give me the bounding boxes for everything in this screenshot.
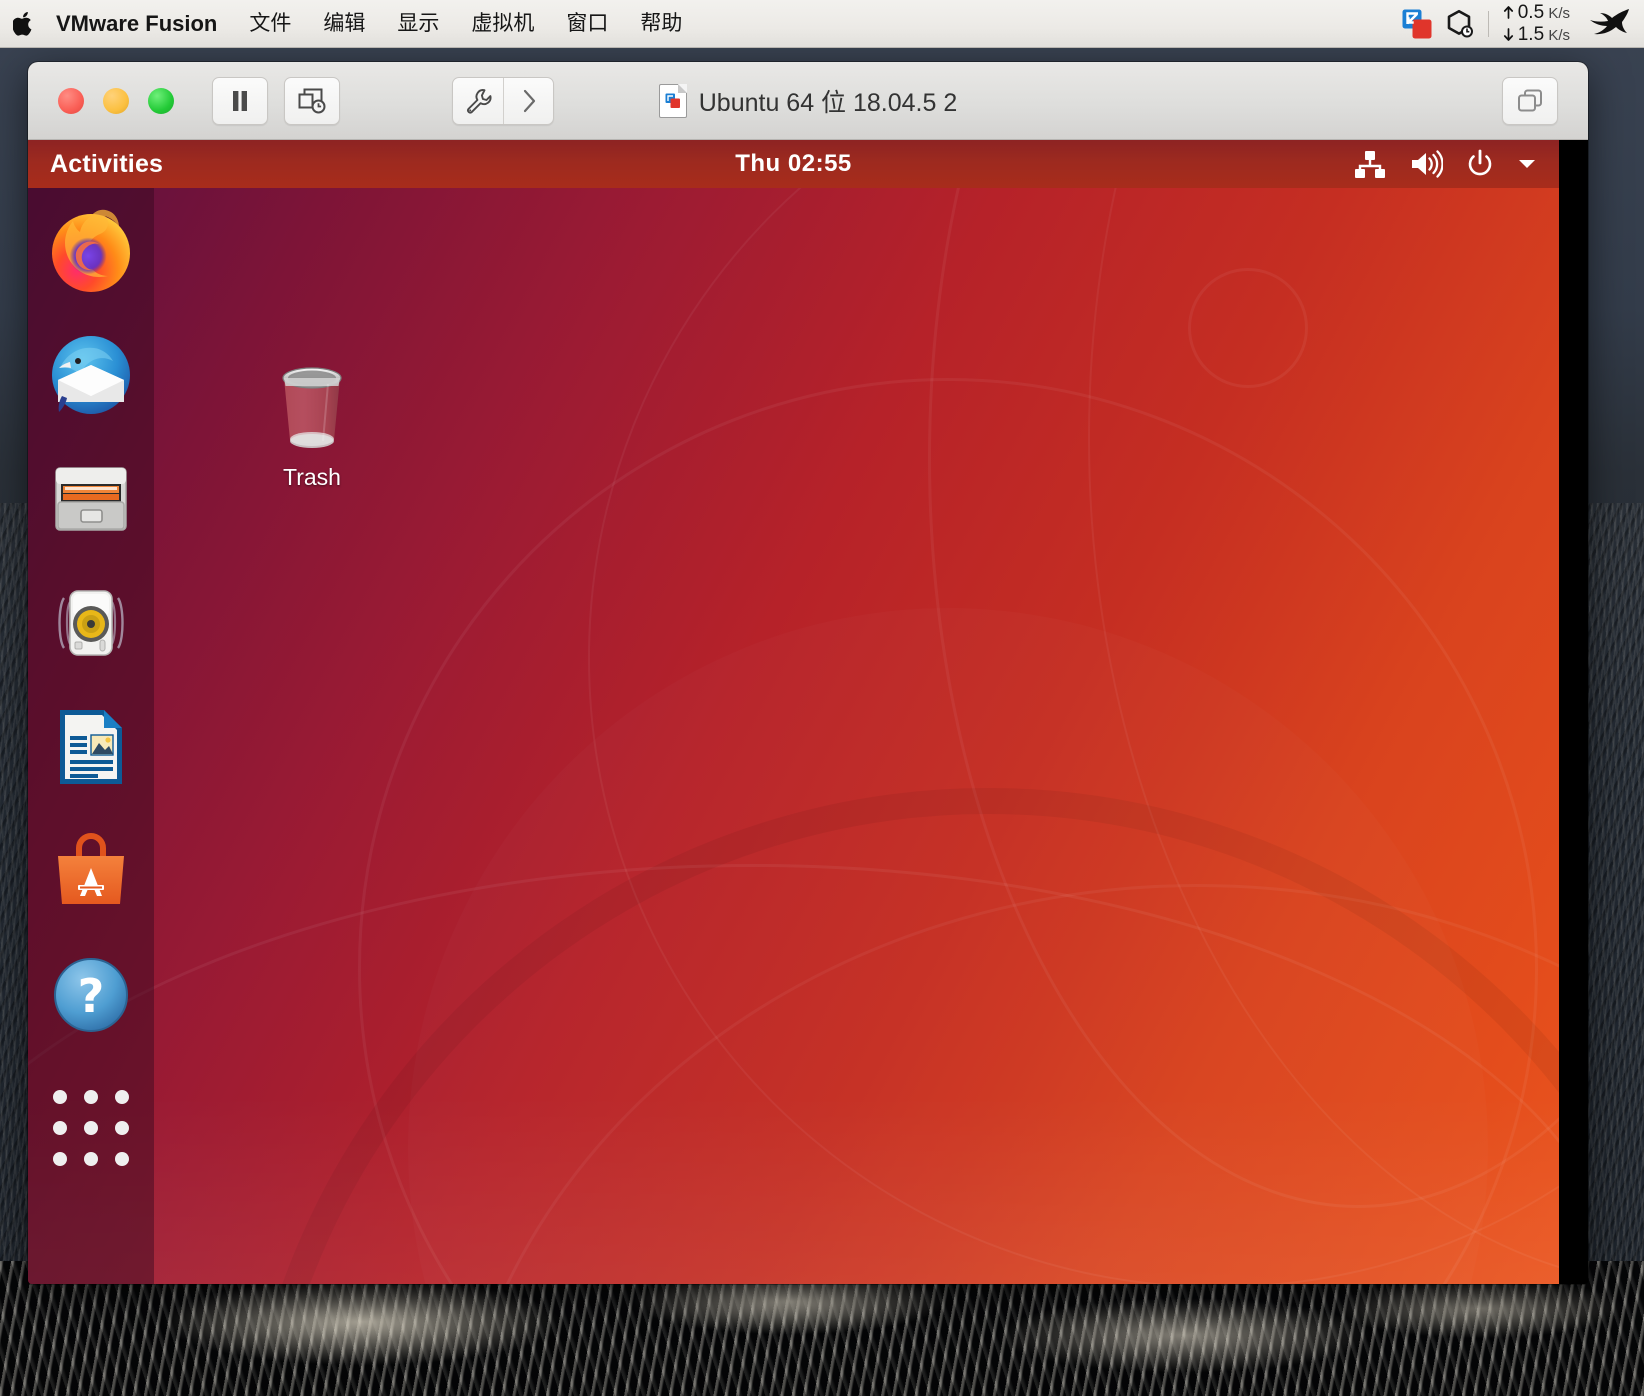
page-title: Ubuntu 64 位 18.04.5 2 bbox=[699, 83, 958, 119]
grid-dot bbox=[53, 1152, 67, 1166]
download-speed-unit: K/s bbox=[1548, 27, 1570, 44]
dock-item-thunderbird[interactable] bbox=[48, 332, 134, 418]
question-mark-icon: ? bbox=[48, 952, 134, 1038]
dock-item-software[interactable] bbox=[48, 828, 134, 914]
gnome-clock[interactable]: Thu 02:55 bbox=[28, 150, 1559, 178]
ubuntu-dock: ? bbox=[28, 188, 154, 1284]
upload-speed-value: 0.5 bbox=[1518, 2, 1544, 23]
snapshot-button[interactable] bbox=[284, 77, 340, 125]
menu-virtual-machine[interactable]: 虚拟机 bbox=[455, 13, 550, 34]
dock-item-rhythmbox[interactable] bbox=[48, 580, 134, 666]
grid-dot bbox=[53, 1090, 67, 1104]
menu-help[interactable]: 帮助 bbox=[624, 13, 698, 34]
wrench-icon bbox=[464, 87, 492, 115]
grid-dot bbox=[84, 1090, 98, 1104]
file-cabinet-icon bbox=[48, 456, 134, 542]
vmware-unity-icon[interactable] bbox=[1402, 9, 1432, 39]
menu-app-title[interactable]: VMware Fusion bbox=[56, 13, 233, 35]
chevron-right-icon bbox=[519, 88, 539, 114]
grid-dot bbox=[53, 1121, 67, 1135]
menu-view[interactable]: 显示 bbox=[381, 13, 455, 34]
grid-dot bbox=[115, 1090, 129, 1104]
grid-dot bbox=[84, 1152, 98, 1166]
window-traffic-lights bbox=[58, 88, 174, 114]
status-divider bbox=[1488, 11, 1489, 37]
grid-dot bbox=[115, 1152, 129, 1166]
vmware-fusion-window: Ubuntu 64 位 18.04.5 2 bbox=[28, 62, 1588, 1284]
menu-file[interactable]: 文件 bbox=[233, 13, 307, 34]
macos-status-area: 0.5 K/s 1.5 K/s bbox=[1402, 2, 1644, 45]
ubuntu-guest-screen: ? bbox=[28, 140, 1559, 1284]
speaker-music-icon bbox=[48, 580, 134, 666]
thunderbird-icon bbox=[48, 332, 134, 418]
minimize-window-button[interactable] bbox=[103, 88, 129, 114]
ubuntu-wallpaper bbox=[28, 188, 1559, 1284]
menu-window[interactable]: 窗口 bbox=[550, 13, 624, 34]
gnome-top-bar: Activities Thu 02:55 bbox=[28, 140, 1559, 188]
guest-screen-letterbox bbox=[1559, 140, 1588, 1284]
vm-document-icon bbox=[659, 84, 687, 118]
trash-bin-icon bbox=[268, 354, 356, 458]
hexagon-clock-icon[interactable] bbox=[1446, 9, 1474, 39]
zoom-window-button[interactable] bbox=[148, 88, 174, 114]
grid-dot bbox=[115, 1121, 129, 1135]
dock-item-firefox[interactable] bbox=[48, 208, 134, 294]
network-speed-indicator[interactable]: 0.5 K/s 1.5 K/s bbox=[1503, 2, 1570, 45]
desktop-icon-trash[interactable]: Trash bbox=[250, 354, 374, 491]
show-applications-button[interactable] bbox=[53, 1090, 129, 1166]
macos-menu-bar: VMware Fusion 文件 编辑 显示 虚拟机 窗口 帮助 0.5 bbox=[0, 0, 1644, 48]
dock-item-writer[interactable] bbox=[48, 704, 134, 790]
firefox-icon bbox=[48, 208, 134, 294]
stacked-windows-icon bbox=[1516, 88, 1544, 114]
document-writer-icon bbox=[48, 704, 134, 790]
dock-item-files[interactable] bbox=[48, 456, 134, 542]
orange-shopping-bag-icon bbox=[48, 828, 134, 914]
desktop-icon-label: Trash bbox=[283, 464, 341, 491]
pause-icon bbox=[228, 88, 252, 114]
apple-logo-icon[interactable] bbox=[12, 11, 34, 37]
unity-view-button[interactable] bbox=[1502, 77, 1558, 125]
dock-item-help[interactable]: ? bbox=[48, 952, 134, 1038]
settings-toolbar-group bbox=[452, 77, 554, 125]
swallow-bird-icon[interactable] bbox=[1584, 8, 1630, 40]
download-speed-value: 1.5 bbox=[1518, 24, 1544, 45]
settings-button[interactable] bbox=[453, 78, 503, 124]
upload-speed-unit: K/s bbox=[1548, 5, 1570, 22]
svg-text:?: ? bbox=[78, 969, 105, 1023]
close-window-button[interactable] bbox=[58, 88, 84, 114]
snapshot-clock-icon bbox=[297, 87, 327, 115]
grid-dot bbox=[84, 1121, 98, 1135]
toolbar-more-button[interactable] bbox=[503, 78, 553, 124]
pause-button[interactable] bbox=[212, 77, 268, 125]
menu-edit[interactable]: 编辑 bbox=[307, 13, 381, 34]
vm-window-toolbar: Ubuntu 64 位 18.04.5 2 bbox=[28, 62, 1588, 140]
